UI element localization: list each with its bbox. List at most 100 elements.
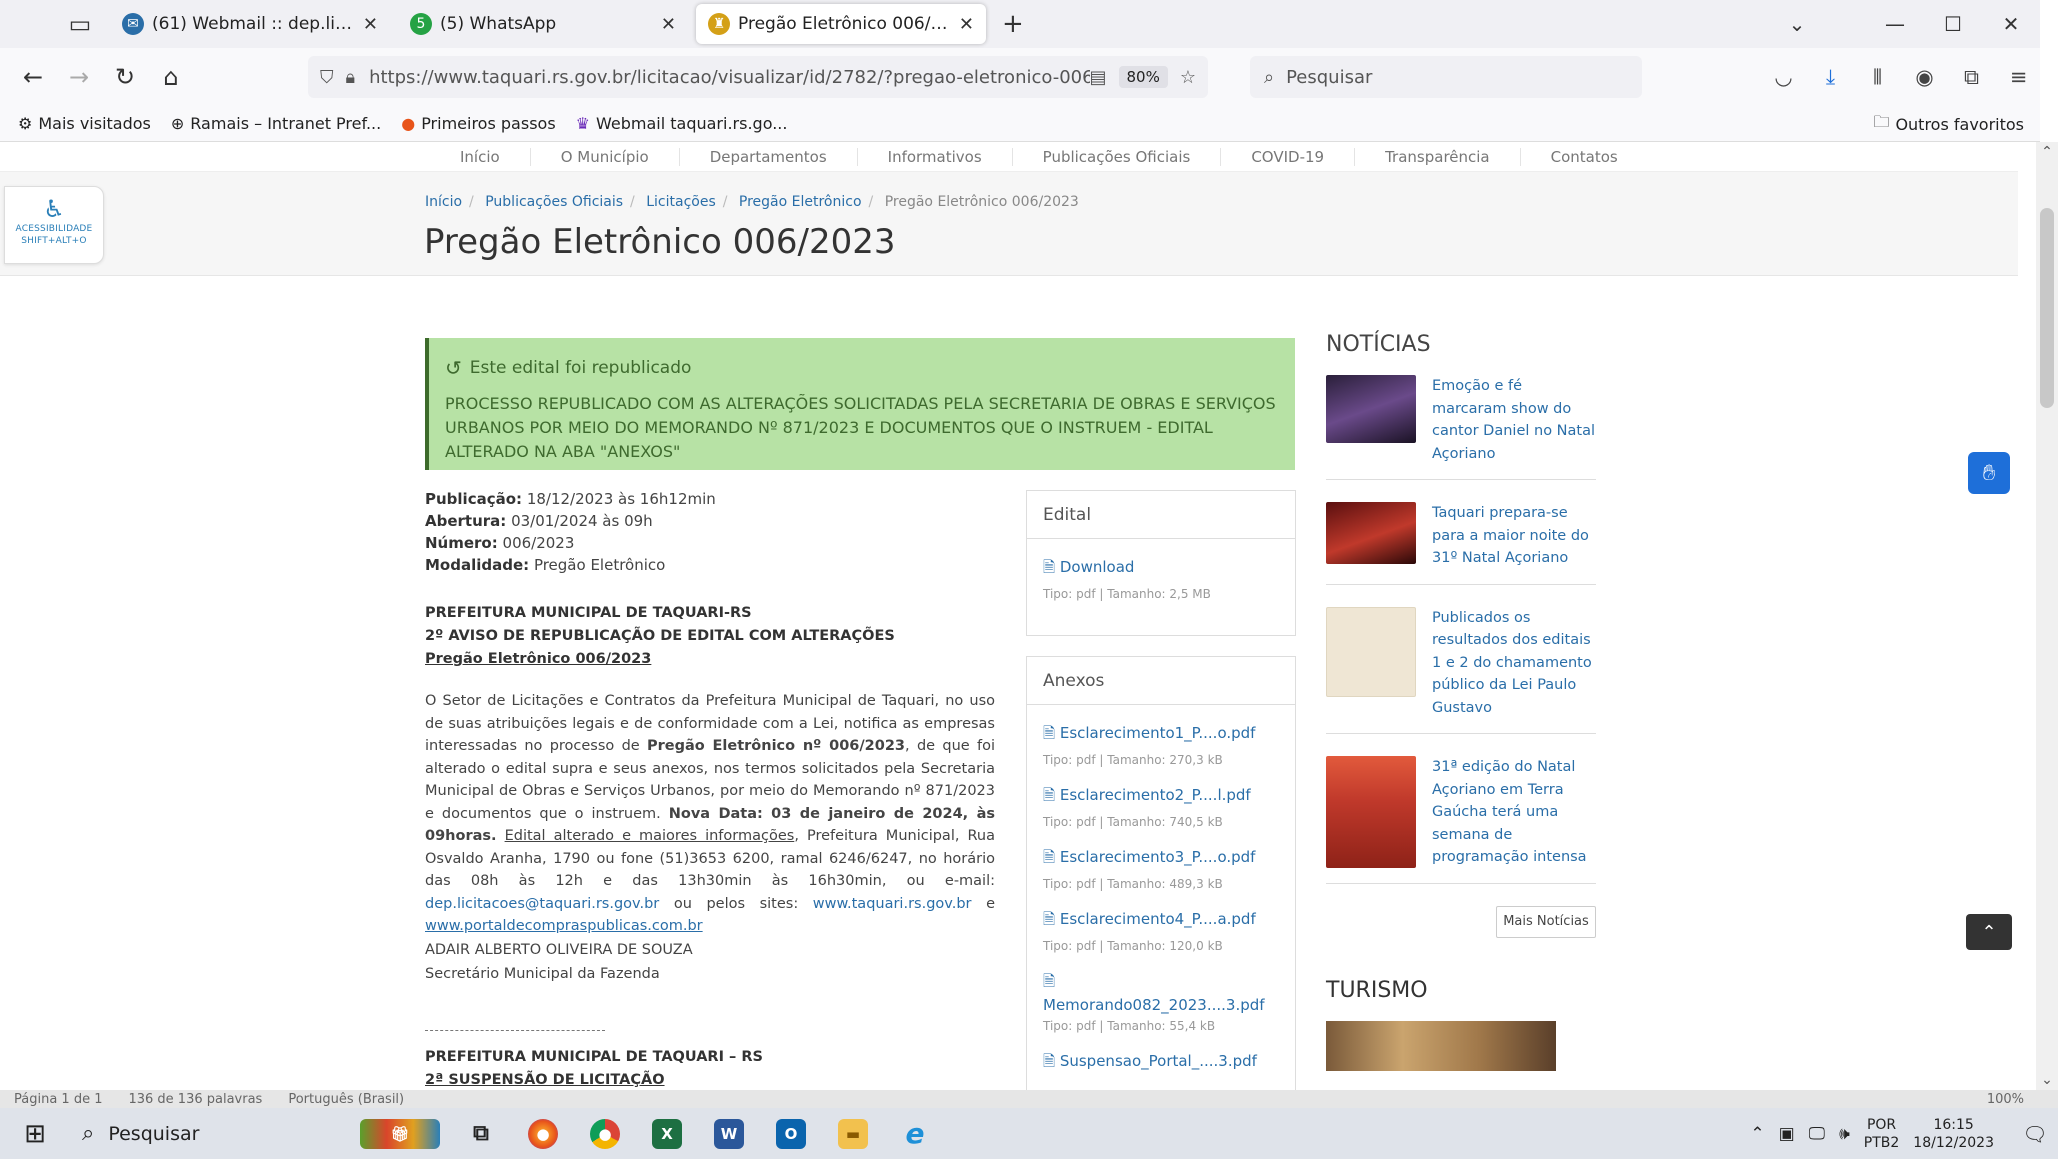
tourism-image[interactable] [1326,1020,1556,1071]
forward-icon[interactable]: → [56,63,102,91]
file-name[interactable]: Esclarecimento1_P....o.pdf [1060,724,1256,742]
news-title[interactable]: Publicados os resultados dos editais 1 e… [1432,607,1596,720]
attachment-link[interactable]: 🗎︎ Esclarecimento4_P....a.pdf [1043,909,1279,934]
file-name[interactable]: Esclarecimento2_P....l.pdf [1060,786,1251,804]
minimize-icon[interactable]: — [1866,12,1924,36]
network-icon[interactable]: 🖵︎ [1809,1124,1825,1144]
other-bookmarks[interactable]: 🗀︎ Outros favoritos [1873,106,2024,142]
bookmark-ramais[interactable]: ⊕ Ramais – Intranet Pref... [171,114,381,133]
news-item[interactable]: Emoção e fé marcaram show do cantor Dani… [1326,375,1596,480]
home-icon[interactable]: ⌂ [148,63,194,91]
close-window-icon[interactable]: ✕ [1982,12,2040,36]
more-news-button[interactable]: Mais Notícias [1496,905,1596,938]
attachment-link[interactable]: 🗎︎ Esclarecimento2_P....l.pdf [1043,785,1279,810]
reload-icon[interactable]: ↻ [102,63,148,91]
site-link-portal[interactable]: www.portaldecompraspublicas.com.br [425,918,703,934]
nav-inicio[interactable]: Início [430,148,531,166]
menu-icon[interactable]: ≡ [1995,65,2042,89]
tab-list-icon[interactable]: ▭ [50,0,110,48]
clock[interactable]: 16:15 18/12/2023 [1913,1116,1994,1152]
windows-start-icon[interactable]: ⊞ [0,1108,70,1159]
search-input[interactable]: ⌕ Pesquisar [1250,56,1642,98]
file-name[interactable]: Esclarecimento4_P....a.pdf [1060,910,1256,928]
chevron-down-icon[interactable]: ⌄ [1768,12,1826,36]
nav-transparencia[interactable]: Transparência [1355,148,1521,166]
back-icon[interactable]: ← [10,63,56,91]
email-link[interactable]: dep.licitacoes@taquari.rs.gov.br [425,896,659,912]
news-item[interactable]: 31ª edição do Natal Açoriano em Terra Ga… [1326,756,1596,884]
sign-language-icon[interactable]: ✋︎ [1968,452,2010,494]
nav-informativos[interactable]: Informativos [858,148,1013,166]
news-thumbnail[interactable] [1326,375,1416,443]
file-name[interactable]: Esclarecimento3_P....o.pdf [1060,848,1256,866]
nav-publicacoes-oficiais[interactable]: Publicações Oficiais [1013,148,1222,166]
tray-app-icon[interactable]: ▣ [1779,1124,1795,1144]
chrome-icon[interactable]: ● [574,1108,636,1159]
zoom-level[interactable]: 80% [1118,66,1168,88]
notification-icon[interactable]: 🗨︎ [2012,1122,2058,1146]
file-name[interactable]: Download [1060,558,1135,576]
breadcrumb-publicacoes[interactable]: Publicações Oficiais [485,194,623,210]
tab-whatsapp[interactable]: 5 (5) WhatsApp ✕ [398,4,688,44]
edital-info-link[interactable]: Edital alterado e maiores informações [505,828,795,844]
nav-covid[interactable]: COVID-19 [1221,148,1356,166]
nav-departamentos[interactable]: Departamentos [680,148,858,166]
tab-webmail[interactable]: ✉ (61) Webmail :: dep.licitacoes@ ✕ [110,4,390,44]
news-thumbnail[interactable] [1326,606,1416,697]
word-icon[interactable]: W [698,1108,760,1159]
nav-o-municipio[interactable]: O Município [531,148,680,166]
excel-icon[interactable]: X [636,1108,698,1159]
news-thumbnail[interactable] [1326,502,1416,564]
attachment-link[interactable]: 🗎︎ Esclarecimento3_P....o.pdf [1043,847,1279,872]
close-icon[interactable]: ✕ [661,14,676,35]
scroll-up-icon[interactable]: ⌃ [2036,144,2058,160]
taskbar-search[interactable]: ⌕ Pesquisar [70,1108,320,1159]
bookmark-primeiros-passos[interactable]: ● Primeiros passos [401,114,555,133]
bookmark-star-icon[interactable]: ☆ [1180,67,1196,88]
news-title[interactable]: Taquari prepara-se para a maior noite do… [1432,502,1596,570]
accessibility-button[interactable]: ♿︎ ACESSIBILIDADE SHIFT+ALT+O [4,186,104,264]
close-icon[interactable]: ✕ [959,14,974,35]
scrollbar-thumb[interactable] [2040,208,2054,408]
breadcrumb-inicio[interactable]: Início [425,194,462,210]
bookmark-webmail[interactable]: ♛ Webmail taquari.rs.go... [576,114,788,133]
site-link-taquari[interactable]: www.taquari.rs.gov.br [813,896,972,912]
input-language[interactable]: POR PTB2 [1864,1116,1900,1152]
edital-download-link[interactable]: 🗎︎ Download [1043,557,1279,582]
pocket-icon[interactable]: ◡ [1760,65,1807,89]
extensions-icon[interactable]: ⧉ [1948,65,1995,90]
shield-icon[interactable]: ⛉ [320,67,334,88]
news-item[interactable]: Publicados os resultados dos editais 1 e… [1326,606,1596,734]
bookmark-mais-visitados[interactable]: ⚙ Mais visitados [18,114,151,133]
back-to-top-button[interactable]: ⌃ [1966,914,2012,950]
reader-view-icon[interactable]: ▤ [1090,67,1107,88]
firefox-taskbar-icon[interactable]: ● [512,1108,574,1159]
nav-contatos[interactable]: Contatos [1521,148,1648,166]
tray-chevron-up-icon[interactable]: ⌃ [1750,1124,1764,1144]
volume-icon[interactable]: 🕪︎ [1839,1124,1850,1144]
breadcrumb-licitacoes[interactable]: Licitações [646,194,716,210]
gifts-app-icon[interactable]: 🎁︎ [350,1108,450,1159]
news-item[interactable]: Taquari prepara-se para a maior noite do… [1326,502,1596,585]
news-thumbnail[interactable] [1326,756,1416,868]
attachment-link[interactable]: 🗎︎ Memorando082_2023....3.pdf [1043,971,1279,1014]
task-view-icon[interactable]: ⧉ [450,1108,512,1159]
account-icon[interactable]: ◉ [1901,65,1948,89]
news-title[interactable]: 31ª edição do Natal Açoriano em Terra Ga… [1432,756,1596,869]
download-icon[interactable]: ⤓ [1807,65,1854,90]
outlook-icon[interactable]: O [760,1108,822,1159]
library-icon[interactable]: ⫴ [1854,65,1901,90]
attachment-link[interactable]: 🗎︎ Esclarecimento1_P....o.pdf [1043,723,1279,748]
page-scrollbar[interactable]: ⌃ ⌄ [2036,142,2058,1090]
breadcrumb-pregao[interactable]: Pregão Eletrônico [739,194,862,210]
news-title[interactable]: Emoção e fé marcaram show do cantor Dani… [1432,375,1596,465]
lock-icon[interactable]: 🔒︎ [346,67,356,88]
new-tab-icon[interactable]: + [1002,9,1024,39]
scroll-down-icon[interactable]: ⌄ [2036,1072,2058,1088]
close-icon[interactable]: ✕ [363,14,378,35]
internet-explorer-icon[interactable]: e [884,1108,946,1159]
file-name[interactable]: Memorando082_2023....3.pdf [1043,996,1265,1014]
maximize-icon[interactable]: ☐ [1924,12,1982,36]
url-text[interactable]: https://www.taquari.rs.gov.br/licitacao/… [369,67,1089,88]
url-bar[interactable]: ⛉ 🔒︎ https://www.taquari.rs.gov.br/licit… [308,56,1208,98]
